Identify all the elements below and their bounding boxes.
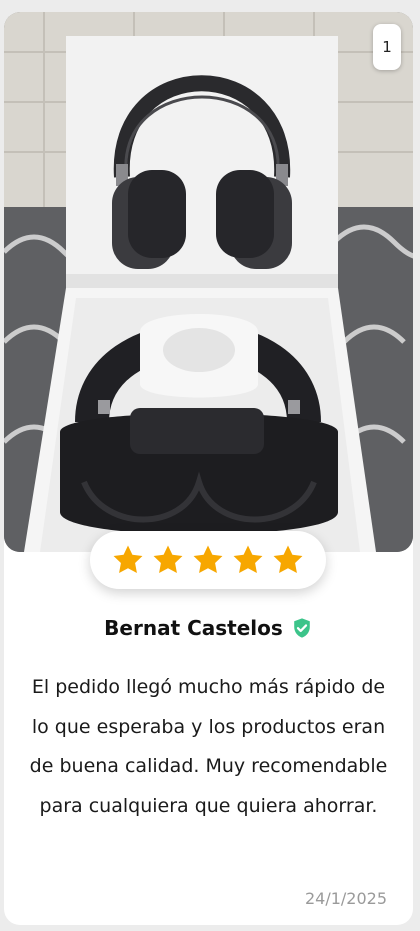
review-date: 24/1/2025 — [304, 889, 387, 908]
star-rating — [90, 531, 326, 589]
review-text: El pedido llegó mucho más rápido de lo q… — [29, 676, 388, 817]
review-card: 1 Bernat Castelos El pedido llegó mucho … — [4, 12, 413, 925]
headphones-box-image — [4, 12, 413, 552]
star-icon — [153, 545, 183, 574]
author-name: Bernat Castelos — [104, 616, 283, 640]
page-indicator-label: 1 — [382, 38, 392, 56]
author-row: Bernat Castelos — [4, 616, 413, 640]
page-indicator[interactable]: 1 — [373, 24, 401, 70]
star-icon — [273, 545, 303, 574]
star-icon — [193, 545, 223, 574]
verified-icon — [294, 618, 310, 638]
review-photo[interactable]: 1 — [4, 12, 413, 552]
star-icon — [113, 545, 143, 574]
star-icon — [233, 545, 263, 574]
